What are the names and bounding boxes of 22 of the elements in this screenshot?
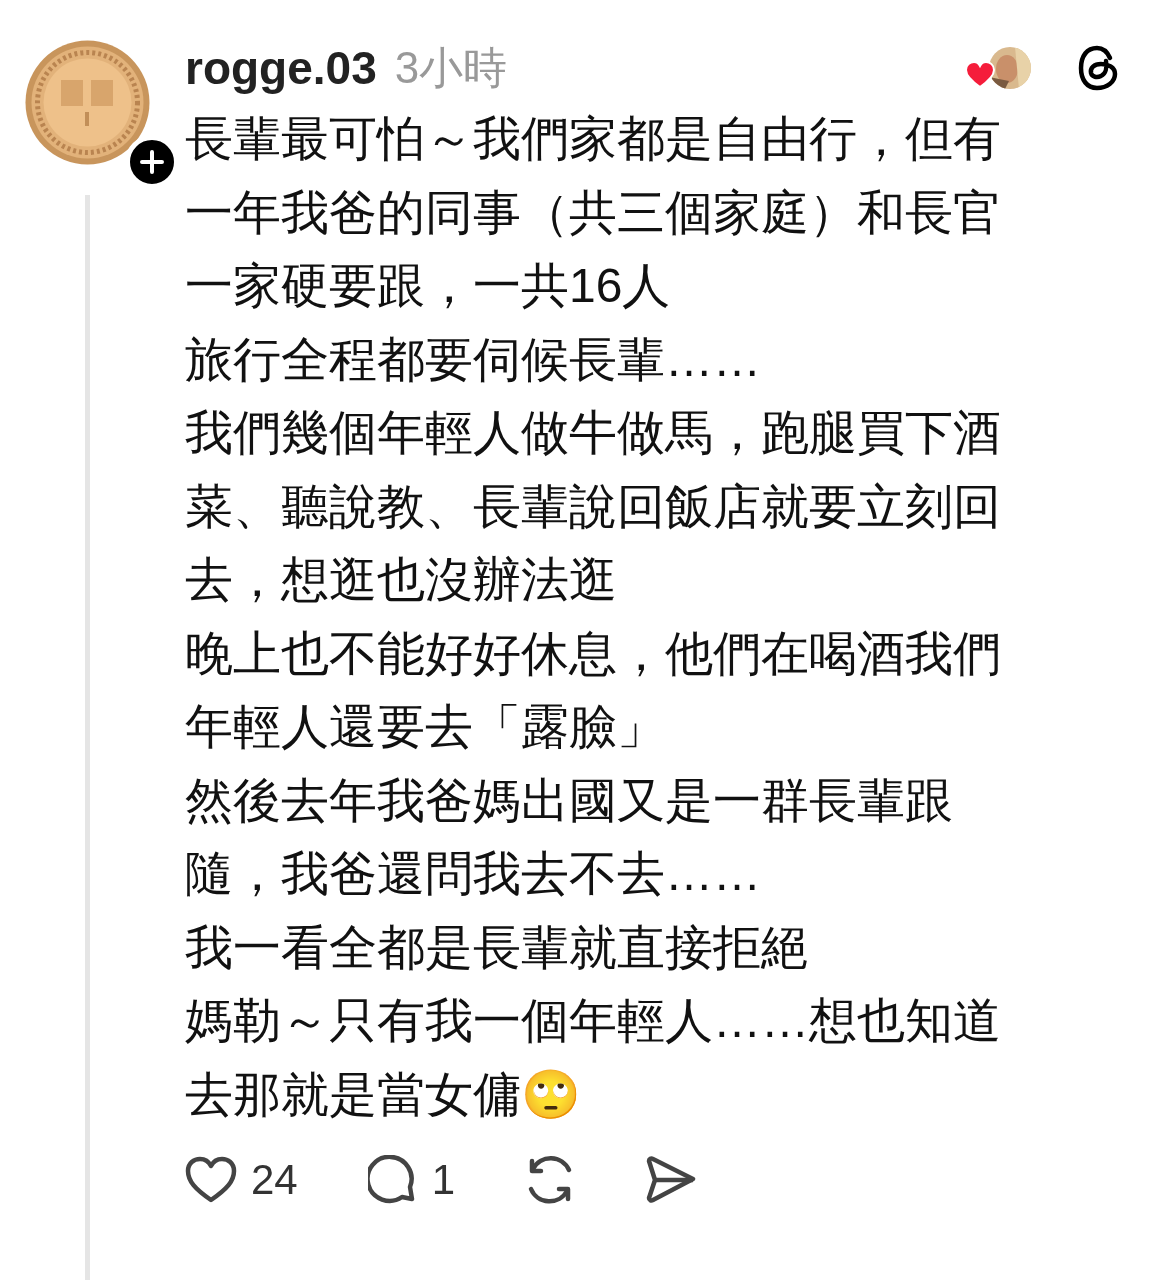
post-text-line: 菜、聽說教、長輩說回飯店就要立刻回	[185, 478, 1001, 535]
plus-icon	[140, 150, 164, 174]
post-text-line: 一家硬要跟，一共16人	[185, 258, 671, 314]
send-icon[interactable]	[645, 1156, 698, 1204]
post-text-line: 一年我爸的同事（共三個家庭）和長官	[185, 184, 1001, 241]
post-text-line: 年輕人還要去「露臉」	[185, 699, 665, 755]
post-text-line: 隨，我爸還問我去不去……	[185, 846, 761, 902]
post-text-line: 我一看全都是長輩就直接拒絕	[185, 919, 809, 976]
username[interactable]: rogge.03	[185, 41, 377, 95]
like-count: 24	[251, 1156, 298, 1204]
threads-logo-icon[interactable]	[1077, 45, 1119, 91]
post-text-line: 去那就是當女傭🙄	[185, 1066, 581, 1123]
post-text-line: 晚上也不能好好休息，他們在喝酒我們	[185, 625, 1001, 682]
post-text-line: 我們幾個年輕人做牛做馬，跑腿買下酒	[185, 405, 1001, 461]
timestamp: 3小時	[394, 41, 508, 94]
post-text-line: 媽勒～只有我一個年輕人……想也知道	[185, 993, 1001, 1049]
post-text-line: 旅行全程都要伺候長輩……	[185, 331, 761, 388]
post-text-line: 然後去年我爸媽出國又是一群長輩跟	[185, 772, 953, 829]
post-text-line: 長輩最可怕～我們家都是自由行，但有	[185, 111, 1001, 167]
reply-count: 1	[431, 1156, 456, 1204]
heart-icon[interactable]	[185, 1156, 237, 1204]
post-text-line: 去，想逛也沒辦法逛	[185, 552, 617, 608]
